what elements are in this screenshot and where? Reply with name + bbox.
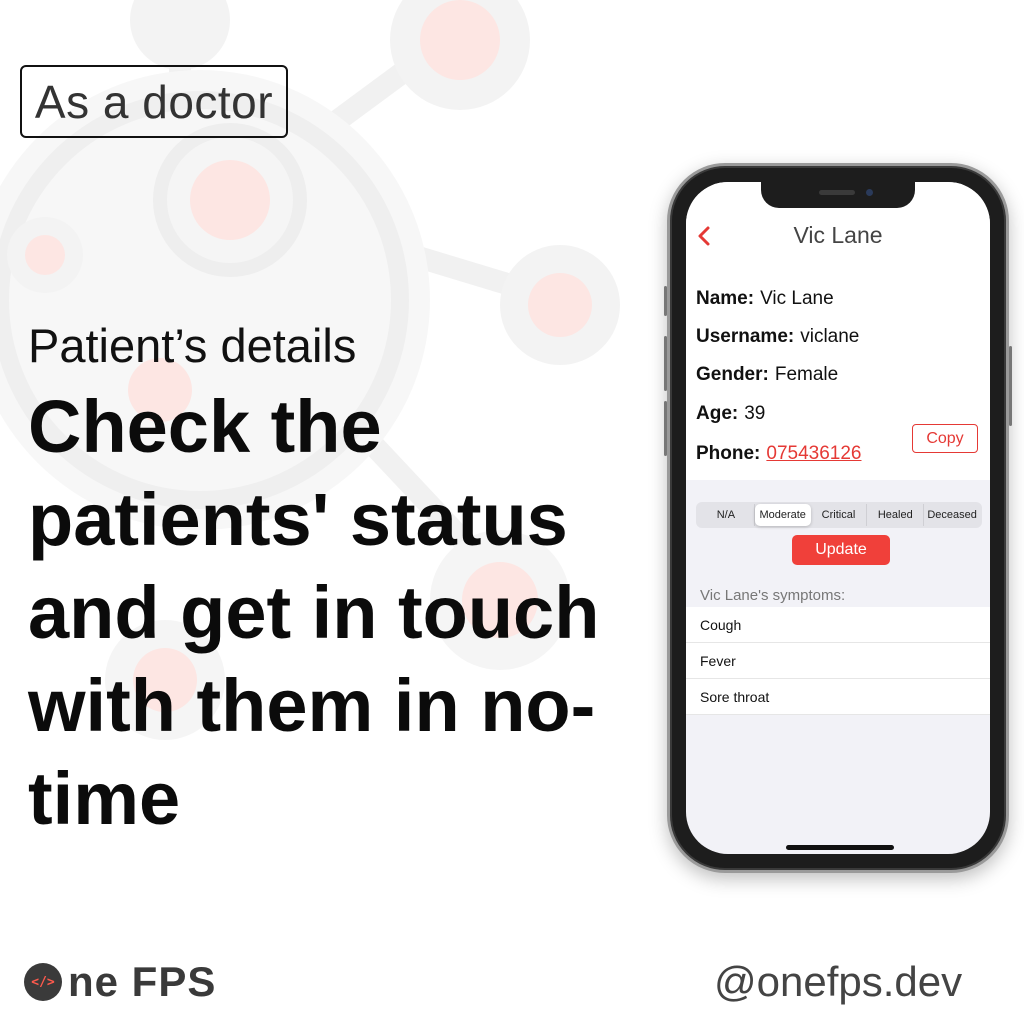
phone-link[interactable]: 075436126 bbox=[766, 443, 861, 464]
speaker-grille bbox=[819, 190, 855, 195]
headline: Check the patients' status and get in to… bbox=[28, 385, 600, 840]
username-label: Username: bbox=[696, 326, 795, 347]
gender-value: Female bbox=[774, 364, 839, 385]
copy-button[interactable]: Copy bbox=[912, 424, 978, 453]
list-item[interactable]: Fever bbox=[686, 643, 990, 679]
role-tag: As a doctor bbox=[20, 65, 288, 138]
phone-row: Phone: 075436126 bbox=[696, 443, 862, 465]
phone-mockup: Vic Lane Name: Vic Lane Username: viclane … bbox=[664, 163, 1012, 873]
age-row: Age: 39 bbox=[696, 403, 765, 425]
status-option-moderate[interactable]: Moderate bbox=[754, 504, 811, 526]
symptoms-header: Vic Lane's symptoms: bbox=[700, 587, 846, 604]
age-label: Age: bbox=[696, 403, 739, 424]
phone-notch bbox=[761, 182, 915, 208]
status-segmented-control: N/A Moderate Critical Healed Deceased bbox=[696, 502, 982, 528]
name-label: Name: bbox=[696, 288, 755, 309]
nav-title: Vic Lane bbox=[793, 222, 883, 248]
camera-icon bbox=[866, 189, 873, 196]
name-row: Name: Vic Lane bbox=[696, 288, 834, 310]
gender-label: Gender: bbox=[696, 364, 769, 385]
phone-label: Phone: bbox=[696, 443, 761, 464]
volume-up-button bbox=[664, 336, 667, 391]
list-item[interactable]: Sore throat bbox=[686, 679, 990, 715]
status-option-na[interactable]: N/A bbox=[698, 504, 755, 526]
username-value: viclane bbox=[800, 326, 860, 347]
section-subtitle: Patient’s details bbox=[28, 319, 357, 372]
brand-name: ne FPS bbox=[68, 958, 217, 1005]
age-value: 39 bbox=[744, 403, 766, 424]
symptoms-list: Cough Fever Sore throat bbox=[686, 607, 990, 715]
code-brackets-icon: </> bbox=[24, 963, 62, 1001]
social-handle: @onefps.dev bbox=[714, 958, 963, 1005]
volume-down-button bbox=[664, 401, 667, 456]
gender-row: Gender: Female bbox=[696, 364, 838, 386]
update-button[interactable]: Update bbox=[792, 535, 890, 565]
side-button bbox=[664, 286, 667, 316]
status-option-critical[interactable]: Critical bbox=[811, 504, 868, 526]
home-indicator[interactable] bbox=[786, 845, 894, 850]
list-item[interactable]: Cough bbox=[686, 607, 990, 643]
name-value: Vic Lane bbox=[760, 288, 834, 309]
status-option-deceased[interactable]: Deceased bbox=[924, 504, 980, 526]
power-button bbox=[1009, 346, 1012, 426]
app-screen: Vic Lane Name: Vic Lane Username: viclane … bbox=[686, 182, 990, 854]
username-row: Username: viclane bbox=[696, 326, 859, 348]
brand-logo: </> ne FPS bbox=[24, 958, 216, 1006]
status-option-healed[interactable]: Healed bbox=[867, 504, 925, 526]
patient-details-card: Vic Lane Name: Vic Lane Username: viclane … bbox=[686, 182, 990, 480]
